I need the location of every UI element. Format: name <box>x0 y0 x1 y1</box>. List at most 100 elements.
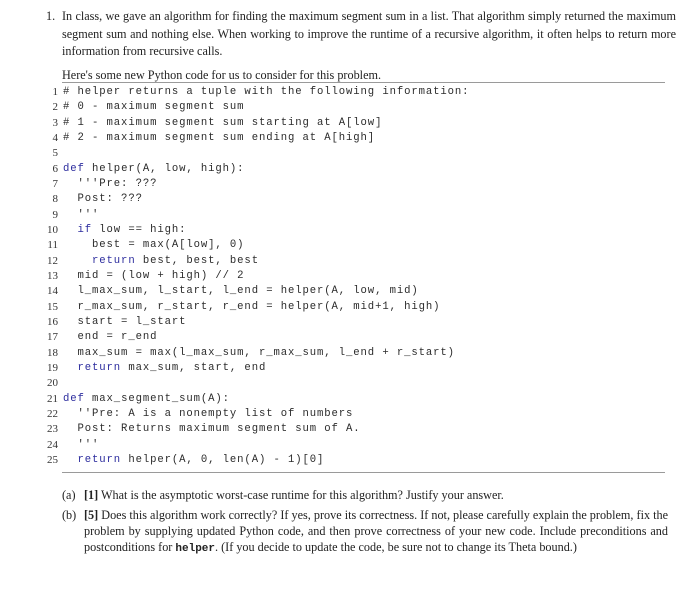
code-line: 1 # helper returns a tuple with the follo… <box>44 85 664 100</box>
inline-code-helper: helper <box>175 543 216 555</box>
code-content: Post: Returns maximum segment sum of A. <box>77 423 361 436</box>
code-content: Post: ??? <box>77 193 143 206</box>
part-points: [1] <box>84 488 99 502</box>
code-text: # 0 - maximum segment sum <box>63 100 244 115</box>
code-text: return best, best, best <box>63 254 259 269</box>
code-text: Post: ??? <box>63 192 143 207</box>
line-number: 21 <box>47 392 58 405</box>
code-line: 4 # 2 - maximum segment sum ending at A[h… <box>44 131 664 146</box>
line-number: 9 <box>52 208 59 221</box>
code-listing: 1 # helper returns a tuple with the follo… <box>44 85 664 468</box>
code-text: Post: Returns maximum segment sum of A. <box>63 422 361 437</box>
line-number: 14 <box>47 285 58 298</box>
code-content: r_max_sum, r_start, r_end = helper(A, mi… <box>77 300 441 313</box>
line-number: 1 <box>52 86 59 98</box>
code-text: # 1 - maximum segment sum starting at A[… <box>63 116 382 131</box>
code-content: low == high: <box>92 223 187 236</box>
code-content: best, best, best <box>135 254 259 267</box>
code-line: 24 ''' <box>44 438 664 453</box>
code-content: ''' <box>77 208 100 221</box>
code-text: r_max_sum, r_start, r_end = helper(A, mi… <box>63 300 440 315</box>
code-content: best = max(A[low], 0) <box>92 239 245 252</box>
code-line: 21 def max_segment_sum(A): <box>44 392 664 407</box>
code-keyword: def <box>63 162 85 175</box>
question-parts: (a) [1] What is the asymptotic worst-cas… <box>62 487 668 561</box>
line-number: 7 <box>52 177 59 190</box>
code-keyword: if <box>77 223 93 236</box>
code-text: return max_sum, start, end <box>63 361 266 376</box>
code-text: max_sum = max(l_max_sum, r_max_sum, l_en… <box>63 346 455 361</box>
code-top-rule <box>62 82 665 83</box>
code-line: 25 return helper(A, 0, len(A) - 1)[0] <box>44 453 664 468</box>
code-content: end = r_end <box>77 331 158 344</box>
code-text: # helper returns a tuple with the follow… <box>63 85 469 100</box>
code-content: helper(A, low, high): <box>84 162 245 175</box>
part-a: (a) [1] What is the asymptotic worst-cas… <box>62 487 668 503</box>
code-text: mid = (low + high) // 2 <box>63 269 244 284</box>
code-line: 5 <box>44 146 664 161</box>
part-label: (b) <box>62 508 77 522</box>
code-text: return helper(A, 0, len(A) - 1)[0] <box>63 453 324 468</box>
line-number: 4 <box>52 131 59 144</box>
line-number: 19 <box>47 361 58 374</box>
line-number: 15 <box>47 300 58 313</box>
code-line: 18 max_sum = max(l_max_sum, r_max_sum, l… <box>44 346 664 361</box>
code-text: ''' <box>63 208 99 223</box>
line-number: 23 <box>47 423 58 436</box>
code-line: 22 ''Pre: A is a nonempty list of number… <box>44 407 664 422</box>
line-number: 24 <box>47 438 58 451</box>
code-content: # 2 - maximum segment sum ending at A[hi… <box>63 131 376 144</box>
code-line: 19 return max_sum, start, end <box>44 361 664 376</box>
code-line: 3 # 1 - maximum segment sum starting at A… <box>44 116 664 131</box>
part-text-after: . (If you decide to update the code, be … <box>215 540 577 554</box>
code-keyword: def <box>63 392 85 405</box>
line-number: 18 <box>47 346 58 359</box>
code-text: def max_segment_sum(A): <box>63 392 230 407</box>
code-line: 16 start = l_start <box>44 315 664 330</box>
code-bottom-rule <box>62 472 665 473</box>
code-text: ''' <box>63 438 99 453</box>
code-text: ''Pre: A is a nonempty list of numbers <box>63 407 353 422</box>
part-points: [5] <box>84 508 99 522</box>
line-number: 13 <box>47 269 58 282</box>
part-b: (b) [5] Does this algorithm work correct… <box>62 507 668 557</box>
code-content: ''' <box>77 438 100 451</box>
code-line: 17 end = r_end <box>44 330 664 345</box>
code-line: 14 l_max_sum, l_start, l_end = helper(A,… <box>44 284 664 299</box>
line-number: 22 <box>47 407 58 420</box>
line-number: 6 <box>52 162 59 175</box>
code-line: 10 if low == high: <box>44 223 664 238</box>
code-line: 6 def helper(A, low, high): <box>44 162 664 177</box>
code-keyword: return <box>92 254 136 267</box>
code-content: '''Pre: ??? <box>77 177 158 190</box>
line-number: 8 <box>52 193 59 206</box>
code-line: 12 return best, best, best <box>44 254 664 269</box>
code-line: 23 Post: Returns maximum segment sum of … <box>44 422 664 437</box>
problem-number: 1. <box>46 9 56 23</box>
code-content: # 0 - maximum segment sum <box>63 101 245 114</box>
code-line: 9 ''' <box>44 208 664 223</box>
code-content: # 1 - maximum segment sum starting at A[… <box>63 116 383 129</box>
code-text: def helper(A, low, high): <box>63 162 244 177</box>
code-line: 15 r_max_sum, r_start, r_end = helper(A,… <box>44 300 664 315</box>
line-number: 12 <box>47 254 58 267</box>
line-number: 17 <box>47 331 58 344</box>
line-number: 16 <box>47 315 58 328</box>
code-keyword: return <box>77 361 122 374</box>
code-content: max_segment_sum(A): <box>84 392 230 405</box>
code-content: ''Pre: A is a nonempty list of numbers <box>77 407 354 420</box>
code-text: best = max(A[low], 0) <box>63 238 244 253</box>
line-number: 3 <box>52 116 59 129</box>
